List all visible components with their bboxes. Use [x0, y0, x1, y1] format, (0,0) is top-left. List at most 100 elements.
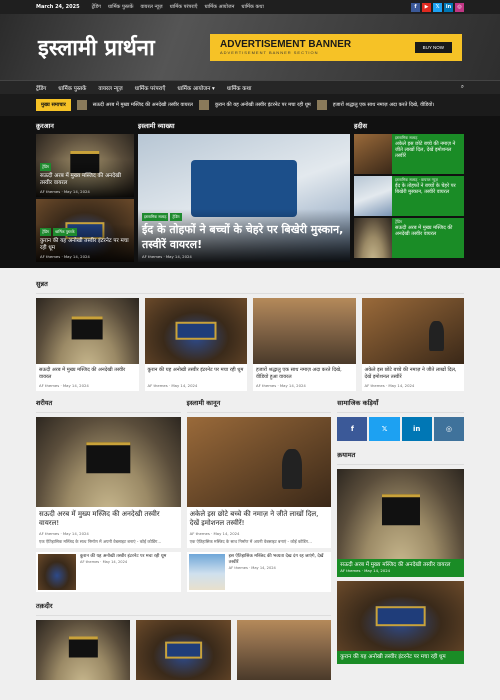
ad-subtitle: ADVERTISEMENT BANNER SECTION	[220, 50, 319, 55]
top-link[interactable]: वायरल न्यूज़	[140, 4, 162, 10]
twitter-icon[interactable]: 𝕏	[433, 2, 442, 12]
site-logo[interactable]: इस्लामी प्रार्थना	[38, 32, 155, 62]
category-tag[interactable]: इस्लामिक सलाह	[142, 213, 169, 222]
mini-post[interactable]: इस ऐतिहासिक मस्जिद की भव्यता देख दंग रह …	[186, 551, 332, 592]
card-meta: AF themes · May 14, 2024	[80, 559, 128, 564]
nav-item[interactable]: धार्मिक परंपराएँ	[135, 84, 166, 92]
post-card[interactable]: अकेले इस छोटे बच्चे की नमाज़ ने जीते लाख…	[361, 298, 465, 391]
card-meta: AF themes · May 14, 2024	[142, 254, 192, 259]
post-card[interactable]	[236, 619, 332, 680]
card-title[interactable]: अकेले इस छोटे बच्चे की नमाज़ ने जीते लाख…	[362, 364, 465, 383]
top-link[interactable]: धार्मिक परंपराएँ	[170, 4, 198, 10]
card-title[interactable]: सऊदी अरब में मुख्य मस्जिद की अनदेखी तस्व…	[36, 507, 181, 531]
hero-card[interactable]: ट्रेंडिंग सऊदी अरब में मुख्य मस्जिद की अ…	[36, 134, 134, 197]
post-card[interactable]: सऊदी अरब में मुख्य मस्जिद की अनदेखी तस्व…	[36, 298, 139, 391]
section-title: सुन्नत	[36, 274, 464, 294]
category-tag[interactable]: इस्लामिक सलाह · वायरल न्यूज़	[395, 177, 461, 183]
post-card[interactable]: अकेले इस छोटे बच्चे की नमाज़ ने जीते लाख…	[186, 417, 332, 548]
hero-card[interactable]: ट्रेंडिंग धार्मिक पुस्तकें कुरान की यह अन…	[36, 199, 134, 262]
card-title[interactable]: ईद के तोहफों ने बच्चों के चेहरे पर बिखेर…	[142, 223, 346, 252]
side-item[interactable]: इस्लामिक सलाह अकेले इस छोटे बच्चे की नमाज…	[354, 134, 464, 174]
card-title[interactable]: कुरान की यह अनोखी तस्वीर इंटरनेट पर मचा …	[80, 554, 166, 560]
top-link[interactable]: धार्मिक पुस्तकें	[108, 4, 134, 10]
youtube-icon[interactable]: ▶	[422, 2, 431, 12]
search-icon[interactable]: ⌕	[461, 84, 464, 91]
main-nav: ट्रेंडिंग धार्मिक पुस्तकें वायरल न्यूज़ …	[0, 80, 500, 94]
card-excerpt: एक ऐतिहासिक मस्जिद के साथ निर्माण में अप…	[189, 539, 313, 545]
date: March 24, 2025	[36, 4, 80, 10]
ticker-thumb	[316, 100, 327, 110]
buy-now-button[interactable]: BUY NOW	[414, 41, 452, 53]
card-meta: AF themes · May 14, 2024	[39, 383, 89, 388]
card-meta: AF themes · May 14, 2024	[364, 383, 415, 388]
nav-item[interactable]: वायरल न्यूज़	[98, 84, 122, 92]
ticker-thumb	[198, 100, 209, 110]
hero-main-card[interactable]: इस्लामिक सलाह ट्रेंडिंग ईद के तोहफों ने ब…	[138, 134, 350, 262]
section-title: शरीयत	[36, 393, 181, 413]
card-title[interactable]: इस ऐतिहासिक मस्जिद की भव्यता देख दंग रह …	[229, 554, 330, 566]
linkedin-icon[interactable]: in	[401, 417, 432, 441]
nav-item[interactable]: धार्मिक पुस्तकें	[58, 84, 86, 92]
section-title: क़यामत	[337, 445, 464, 465]
card-title[interactable]: कुरान की यह अनोखी तस्वीर इंटरनेट पर मचा …	[340, 654, 461, 661]
top-link[interactable]: ट्रेंडिंग	[92, 4, 101, 10]
facebook-icon[interactable]: f	[337, 417, 368, 441]
instagram-icon[interactable]: ◎	[433, 417, 465, 441]
category-tag[interactable]: ट्रेंडिंग	[395, 219, 461, 225]
ticker-label: मुख्य समाचार	[36, 99, 71, 111]
nav-item[interactable]: धार्मिक आयोजन ▾	[177, 84, 214, 92]
card-meta: AF themes · May 14, 2024	[340, 568, 391, 574]
twitter-icon[interactable]: 𝕏	[369, 417, 400, 441]
ad-title: ADVERTISEMENT BANNER	[220, 39, 352, 50]
card-title[interactable]: कुरान की यह अनोखी तस्वीर इंटरनेट पर मचा …	[145, 364, 248, 383]
nav-item[interactable]: ट्रेंडिंग	[36, 84, 46, 92]
post-card[interactable]: हजारों श्रद्धालु एक साथ नमाज़ अदा करते द…	[253, 298, 356, 391]
card-title[interactable]: अकेले इस छोटे बच्चे की नमाज़ ने जीते लाख…	[187, 507, 332, 531]
card-meta: AF themes · May 14, 2024	[40, 189, 90, 194]
nav-item[interactable]: धार्मिक कथा	[227, 84, 252, 92]
card-meta: AF themes · May 14, 2024	[256, 383, 306, 388]
ticker-thumb	[76, 100, 87, 110]
section-title: इस्लामी कानून	[186, 393, 332, 413]
post-card[interactable]	[36, 619, 131, 680]
header: इस्लामी प्रार्थना ADVERTISEMENT BANNER A…	[0, 14, 500, 80]
top-link[interactable]: धार्मिक आयोजन	[204, 4, 234, 10]
mini-post[interactable]: कुरान की यह अनोखी तस्वीर इंटरनेट पर मचा …	[36, 551, 181, 592]
category-tag[interactable]: धार्मिक पुस्तकें	[53, 227, 77, 236]
side-item[interactable]: ट्रेंडिंग सऊदी अरब में मुख्य मस्जिद की अन…	[354, 218, 464, 258]
card-title[interactable]: सऊदी अरब में मुख्य मस्जिद की अनदेखी तस्व…	[40, 173, 130, 187]
post-card[interactable]: सऊदी अरब में मुख्य मस्जिद की अनदेखी तस्व…	[36, 417, 181, 548]
category-tag[interactable]: ट्रेंडिंग	[170, 213, 182, 222]
card-title[interactable]: ईद के तोहफों ने बच्चों के चेहरे पर बिखेर…	[395, 183, 461, 196]
post-card[interactable]	[136, 619, 231, 680]
section-title: सामाजिक कड़ियाँ	[337, 393, 464, 413]
section-title: इस्लामी व्याख्या	[138, 121, 175, 130]
post-card[interactable]: कुरान की यह अनोखी तस्वीर इंटरनेट पर मचा …	[337, 581, 464, 665]
section-title: क़ुरआन	[36, 121, 54, 130]
linkedin-icon[interactable]: in	[444, 2, 453, 12]
card-meta: AF themes · May 14, 2024	[228, 565, 276, 570]
card-title[interactable]: सऊदी अरब में मुख्य मस्जिद की अनदेखी तस्व…	[395, 225, 461, 238]
category-tag[interactable]: ट्रेंडिंग	[40, 162, 52, 171]
ad-banner[interactable]: ADVERTISEMENT BANNER ADVERTISEMENT BANNE…	[210, 33, 462, 61]
category-tag[interactable]: ट्रेंडिंग	[40, 227, 52, 236]
side-item[interactable]: इस्लामिक सलाह · वायरल न्यूज़ ईद के तोहफों…	[354, 176, 464, 216]
card-title[interactable]: हजारों श्रद्धालु एक साथ नमाज़ अदा करते द…	[253, 364, 356, 383]
post-card[interactable]: सऊदी अरब में मुख्य मस्जिद की अनदेखी तस्व…	[337, 469, 464, 578]
section-title: हदीस	[354, 121, 367, 130]
top-link[interactable]: धार्मिक कथा	[241, 4, 263, 10]
facebook-icon[interactable]: f	[411, 2, 420, 12]
card-title[interactable]: अकेले इस छोटे बच्चे की नमाज़ ने जीते लाख…	[395, 141, 461, 160]
instagram-icon[interactable]: ◎	[455, 2, 464, 12]
post-card[interactable]: कुरान की यह अनोखी तस्वीर इंटरनेट पर मचा …	[144, 298, 248, 391]
ticker-item[interactable]: कुरान की यह अनोखी तस्वीर इंटरनेट पर मचा …	[215, 102, 311, 108]
card-title[interactable]: कुरान की यह अनोखी तस्वीर इंटरनेट पर मचा …	[40, 238, 130, 252]
card-meta: AF themes · May 14, 2024	[147, 383, 198, 388]
section-title: तक़दीर	[36, 596, 332, 616]
card-title[interactable]: सऊदी अरब में मुख्य मस्जिद की अनदेखी तस्व…	[36, 364, 139, 383]
category-tag[interactable]: इस्लामिक सलाह	[395, 135, 461, 141]
news-ticker: मुख्य समाचार सऊदी अरब में मुख्य मस्जिद क…	[0, 94, 500, 116]
top-bar: March 24, 2025 ट्रेंडिंग धार्मिक पुस्तके…	[0, 0, 500, 14]
ticker-item[interactable]: सऊदी अरब में मुख्य मस्जिद की अनदेखी तस्व…	[93, 102, 193, 108]
ticker-item[interactable]: हजारों श्रद्धालु एक साथ नमाज़ अदा करते द…	[333, 102, 434, 108]
